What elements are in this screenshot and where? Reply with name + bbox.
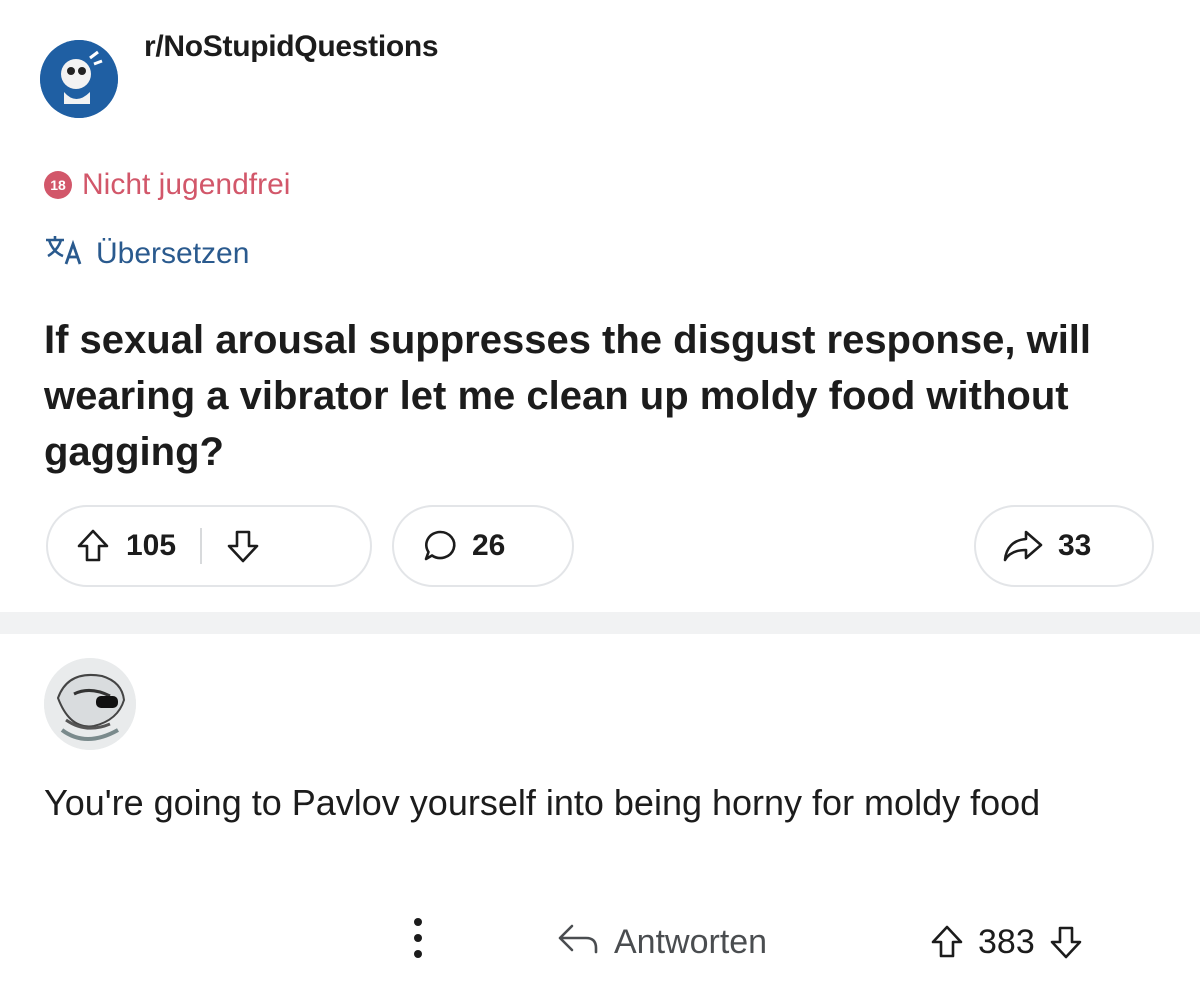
- upvote-icon[interactable]: [930, 924, 964, 960]
- subreddit-avatar[interactable]: [40, 40, 118, 118]
- share-button[interactable]: 33: [974, 505, 1154, 587]
- translate-label: Übersetzen: [96, 237, 250, 270]
- reply-label: Antworten: [614, 922, 768, 961]
- section-divider: [0, 612, 1200, 634]
- commenter-avatar[interactable]: [44, 658, 136, 750]
- vote-divider: [200, 528, 203, 564]
- more-options-button[interactable]: [412, 912, 424, 972]
- post-vote-bar: 105: [46, 505, 372, 587]
- comment-text: You're going to Pavlov yourself into bei…: [44, 782, 1041, 823]
- post-upvote-count: 105: [126, 529, 177, 562]
- reply-button[interactable]: Antworten: [556, 912, 767, 972]
- post-title[interactable]: If sexual arousal suppresses the disgust…: [44, 312, 1154, 480]
- downvote-icon[interactable]: [1049, 924, 1083, 960]
- comments-button[interactable]: 26: [392, 505, 574, 587]
- nsfw-tag: 18 Nicht jugendfrei: [44, 168, 290, 202]
- comment-icon: [422, 528, 458, 564]
- nsfw-badge: 18: [44, 171, 72, 199]
- downvote-icon[interactable]: [226, 528, 260, 564]
- comment-vote-bar: 383: [930, 912, 1083, 972]
- share-count: 33: [1058, 529, 1092, 562]
- nsfw-label: Nicht jugendfrei: [82, 168, 291, 201]
- upvote-icon[interactable]: [76, 528, 110, 564]
- comment-count: 26: [472, 529, 506, 562]
- comment-score: 383: [978, 922, 1035, 961]
- reply-icon: [556, 920, 600, 965]
- translate-button[interactable]: Übersetzen: [44, 234, 249, 274]
- subreddit-name[interactable]: r/NoStupidQuestions: [144, 30, 439, 64]
- translate-icon: [44, 234, 84, 274]
- more-icon: [412, 916, 424, 969]
- share-icon: [1002, 528, 1044, 564]
